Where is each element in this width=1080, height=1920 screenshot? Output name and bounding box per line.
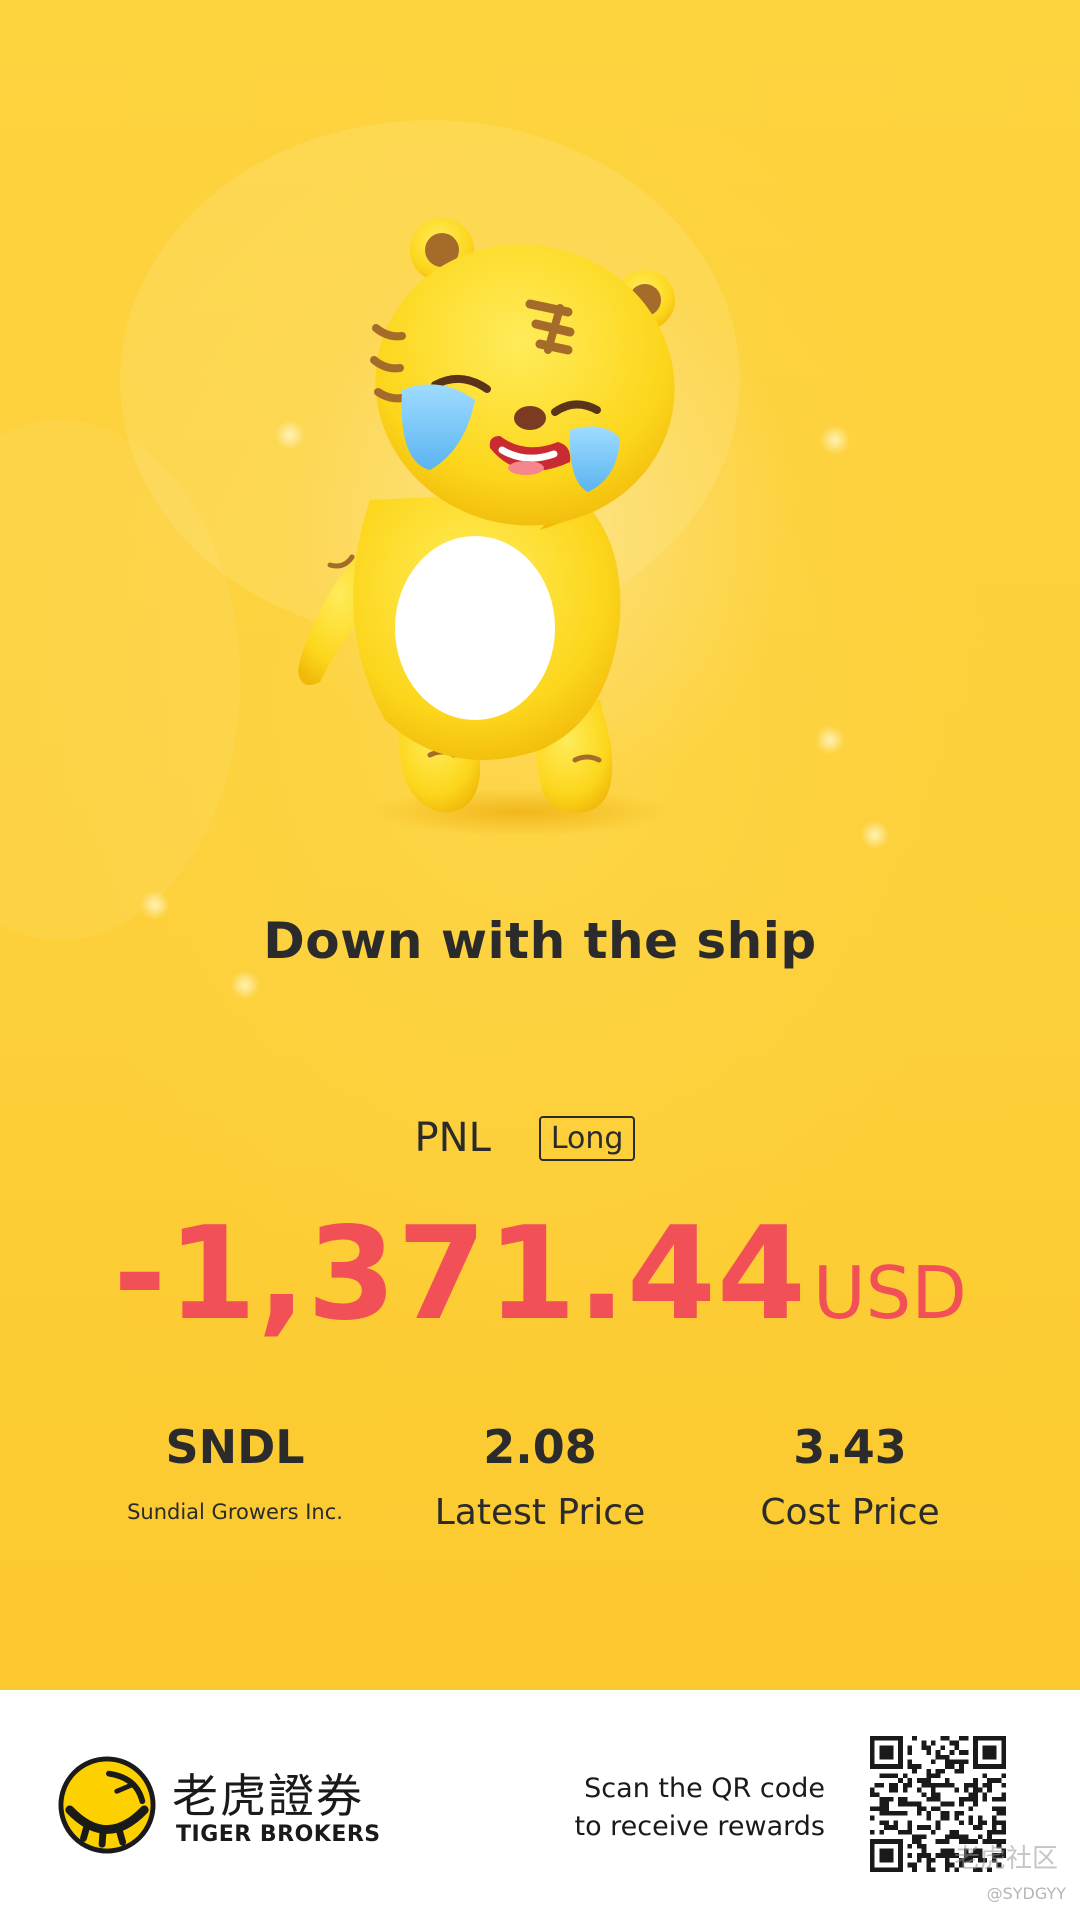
latest-price-value: 2.08	[483, 1420, 597, 1474]
sparkle	[230, 970, 260, 1000]
sparkle	[815, 725, 845, 755]
pnl-row: PNL Long	[0, 1115, 1080, 1161]
community-watermark: 老虎社区	[953, 1844, 1058, 1874]
sparkle	[860, 820, 890, 850]
brand-name-en: TIGER BROKERS	[176, 1822, 381, 1847]
tiger-brokers-logo-icon	[58, 1756, 156, 1854]
stock-symbol: SNDL	[165, 1420, 305, 1474]
latest-price-label: Latest Price	[434, 1492, 646, 1533]
scan-line-1: Scan the QR code	[584, 1773, 825, 1804]
pnl-currency: USD	[812, 1251, 967, 1335]
scan-instructions: Scan the QR code to receive rewards	[574, 1770, 825, 1846]
cost-price-value: 3.43	[793, 1420, 907, 1474]
crying-tiger-mascot	[298, 218, 675, 836]
stock-info: SNDL Sundial Growers Inc.	[100, 1420, 370, 1524]
company-name: Sundial Growers Inc.	[127, 1500, 343, 1524]
user-handle: @SYDGYY	[986, 1884, 1066, 1903]
scan-line-2: to receive rewards	[574, 1811, 825, 1842]
pnl-amount: -1,371.44 USD	[0, 1200, 1080, 1349]
cost-price-label: Cost Price	[760, 1492, 940, 1533]
footer: 老虎證券 TIGER BROKERS Scan the QR code to r…	[0, 1690, 1080, 1920]
sparkle	[820, 425, 850, 455]
latest-price: 2.08 Latest Price	[400, 1420, 680, 1533]
pnl-amount-value: -1,371.44	[113, 1200, 807, 1349]
cost-price: 3.43 Cost Price	[710, 1420, 990, 1533]
headline: Down with the ship	[263, 912, 817, 970]
position-tag: Long	[538, 1115, 636, 1161]
brand-name-cn: 老虎證券	[172, 1769, 364, 1823]
pnl-label: PNL	[414, 1115, 491, 1161]
share-card: Down with the ship PNL Long -1,371.44 US…	[0, 0, 1080, 1690]
